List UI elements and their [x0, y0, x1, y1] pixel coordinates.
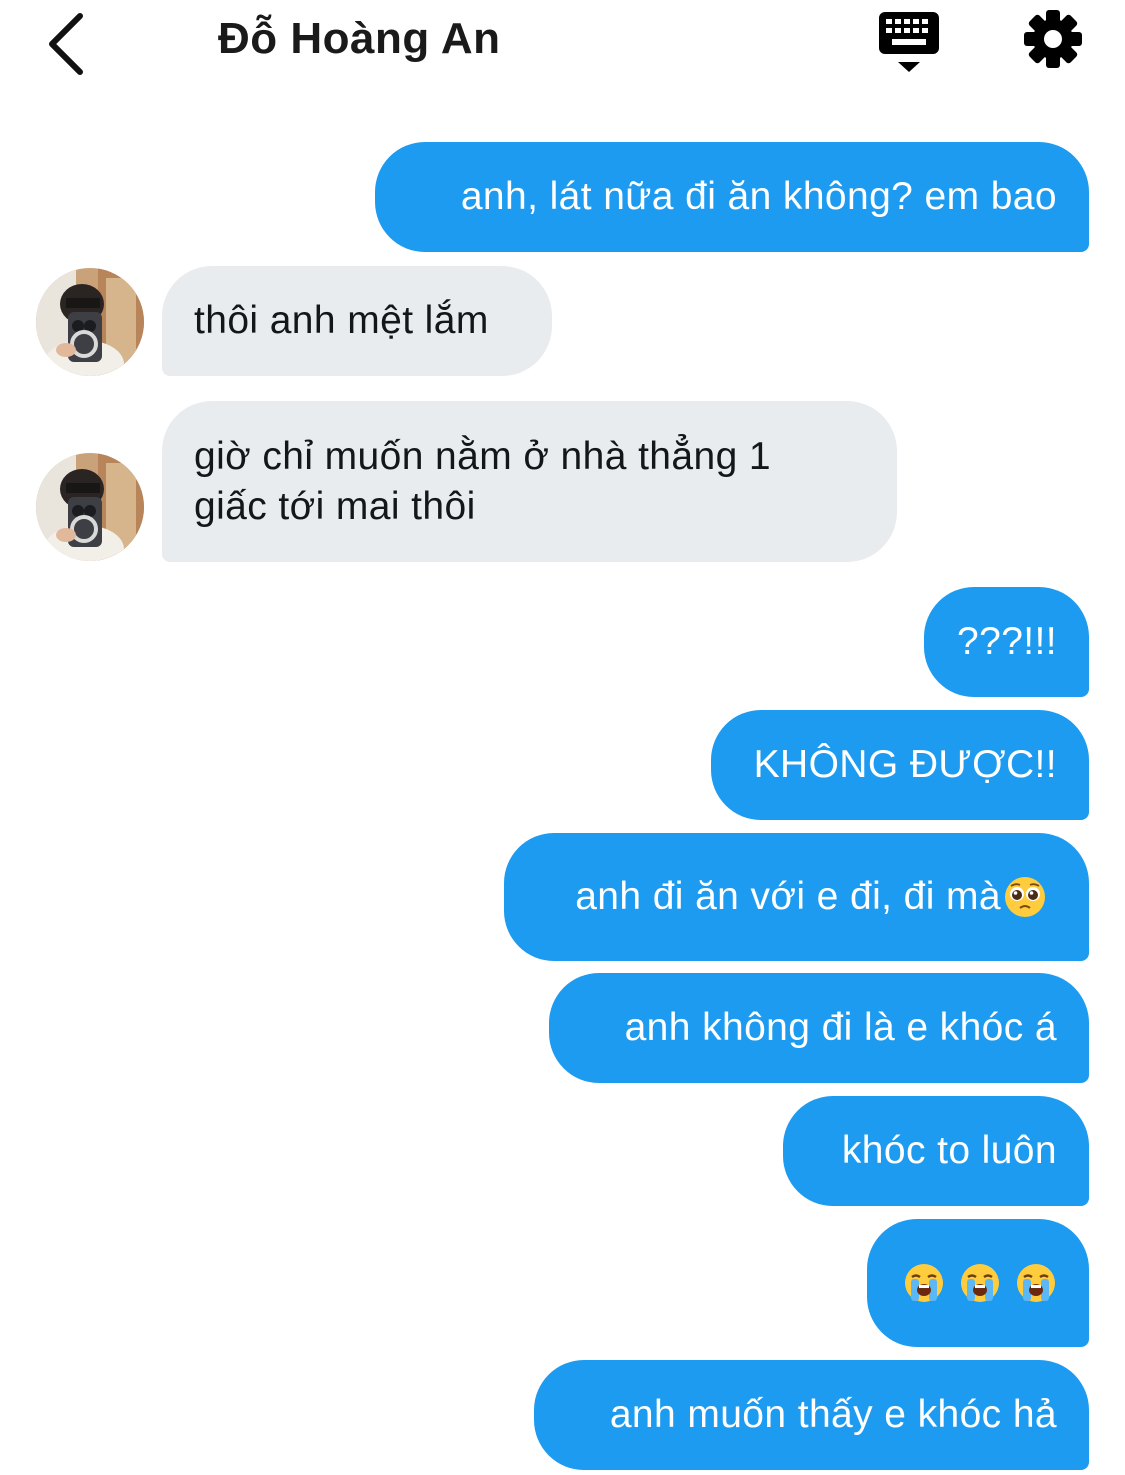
keyboard-button[interactable] — [876, 8, 942, 74]
conversation-header: Đỗ Hoàng An — [0, 0, 1125, 90]
message-text: anh, lát nữa đi ăn không? em bao — [460, 175, 1057, 218]
profile-photo-icon — [36, 453, 144, 561]
message-text: anh không đi là e khóc á — [624, 1006, 1057, 1049]
keyboard-icon — [879, 12, 939, 72]
message-text-line: giờ chỉ muốn nằm ở nhà thẳng 1 — [194, 434, 771, 478]
message-bubble-outgoing[interactable]: anh đi ăn với e đi, đi mà — [504, 833, 1089, 961]
message-bubble-outgoing[interactable]: khóc to luôn — [783, 1096, 1089, 1206]
loudly-crying-face-icon — [905, 1264, 943, 1302]
dm-conversation-screen: Đỗ Hoàng An anh, lát nữa đi ăn không? em… — [0, 0, 1125, 1475]
message-text-line: giấc tới mai thôi — [194, 484, 476, 528]
message-bubble-outgoing[interactable]: anh không đi là e khóc á — [549, 973, 1089, 1083]
message-text: KHÔNG ĐƯỢC!! — [753, 743, 1057, 786]
message-text: ???!!! — [957, 620, 1057, 663]
settings-button[interactable] — [1022, 8, 1084, 70]
message-bubble-incoming[interactable]: thôi anh mệt lắm — [162, 266, 552, 376]
chevron-left-icon — [49, 13, 83, 75]
loudly-crying-face-icon — [1017, 1264, 1055, 1302]
message-bubble-outgoing[interactable]: KHÔNG ĐƯỢC!! — [711, 710, 1089, 820]
message-bubble-outgoing[interactable] — [867, 1219, 1089, 1347]
message-text: anh đi ăn với e đi, đi mà — [575, 875, 1001, 918]
avatar[interactable] — [36, 268, 144, 376]
avatar[interactable] — [36, 453, 144, 561]
pleading-face-icon — [1005, 877, 1045, 917]
message-bubble-outgoing[interactable]: ???!!! — [924, 587, 1089, 697]
back-button[interactable] — [40, 6, 94, 76]
conversation-title[interactable]: Đỗ Hoàng An — [218, 14, 501, 64]
gear-icon — [1024, 10, 1082, 68]
loudly-crying-face-icon — [961, 1264, 999, 1302]
profile-photo-icon — [36, 268, 144, 376]
message-text: thôi anh mệt lắm — [194, 299, 489, 342]
message-text: khóc to luôn — [841, 1129, 1057, 1172]
message-bubble-incoming[interactable]: giờ chỉ muốn nằm ở nhà thẳng 1 giấc tới … — [162, 401, 897, 562]
message-bubble-outgoing[interactable]: anh muốn thấy e khóc hả — [534, 1360, 1089, 1470]
message-text: anh muốn thấy e khóc hả — [609, 1393, 1057, 1436]
message-bubble-outgoing[interactable]: anh, lát nữa đi ăn không? em bao — [375, 142, 1089, 252]
